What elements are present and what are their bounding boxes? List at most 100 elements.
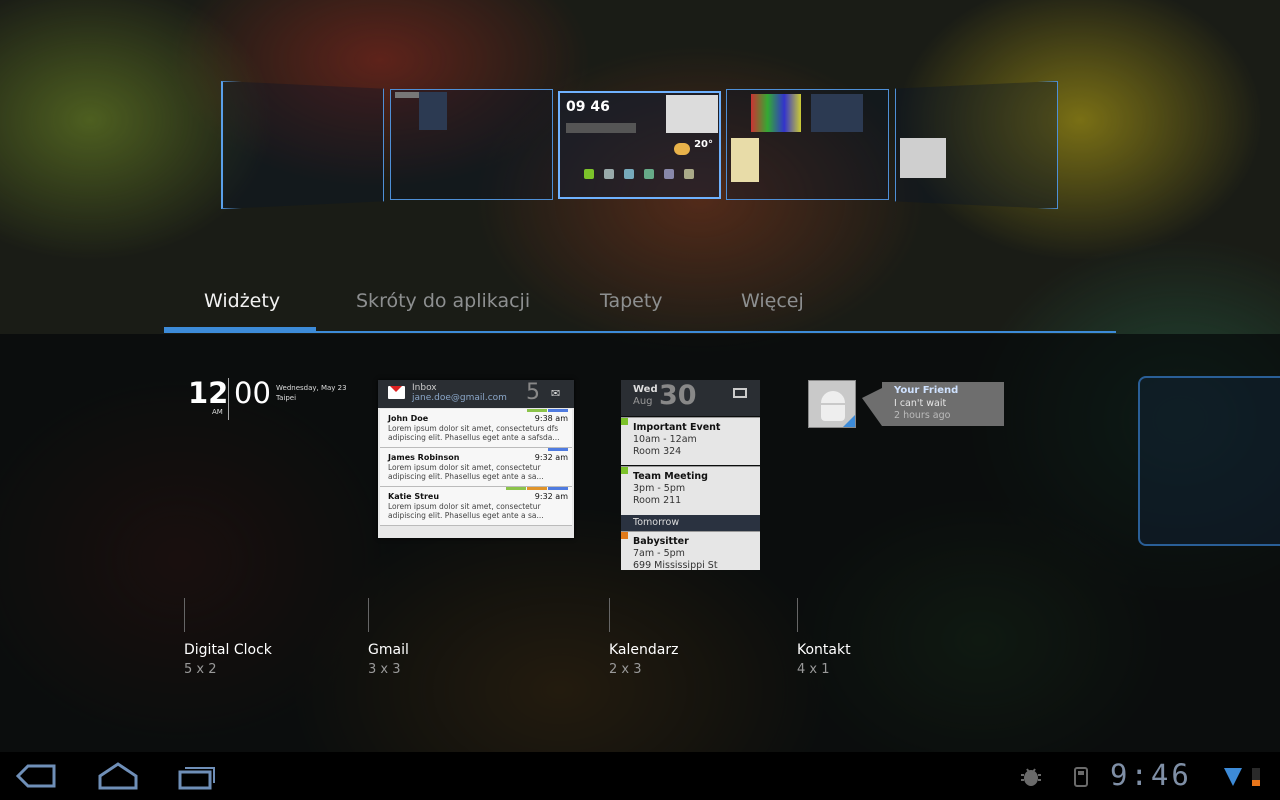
mini-temperature: 20° [694, 139, 713, 150]
event-time: 10am - 12am [633, 434, 697, 445]
email-labels [527, 409, 568, 412]
mini-widget [900, 138, 946, 178]
email-labels [548, 448, 568, 451]
back-icon[interactable] [14, 760, 62, 792]
gmail-header: Inbox jane.doe@gmail.com 5 ✉ [378, 380, 574, 408]
event-place: Room 211 [633, 495, 682, 506]
clock-ampm: AM [212, 408, 223, 416]
wifi-signal-icon[interactable] [1222, 766, 1244, 788]
label-chip [506, 487, 526, 490]
usb-icon[interactable] [1070, 766, 1092, 788]
workspace-preview-1[interactable] [221, 81, 384, 209]
customize-tabs: Widżety Skróty do aplikacji Tapety Więce… [164, 282, 1116, 334]
mini-clock: 09 46 [566, 99, 610, 115]
clock-date: Wednesday, May 23 [276, 384, 347, 392]
compose-icon: ✉ [551, 387, 561, 400]
gmail-icon [388, 386, 405, 399]
label-chip [527, 409, 547, 412]
workspace-preview-5[interactable] [895, 81, 1058, 209]
calendar-day: 30 [659, 380, 697, 411]
widget-size: 2 x 3 [609, 662, 642, 677]
calendar-weekday: Wed [633, 384, 658, 395]
app-icon [604, 169, 614, 179]
event-time: 3pm - 5pm [633, 483, 686, 494]
widget-size: 5 x 2 [184, 662, 217, 677]
widget-label-tick [368, 598, 369, 632]
tab-wallpapers[interactable]: Tapety [600, 282, 663, 330]
mini-widget [419, 92, 447, 130]
email-row: Katie Streu 9:32 am Lorem ipsum dolor si… [380, 487, 572, 526]
widget-size: 3 x 3 [368, 662, 401, 677]
contact-time-ago: 2 hours ago [894, 410, 951, 421]
label-chip [548, 409, 568, 412]
email-sender: Katie Streu [388, 492, 440, 501]
clock-hour: 12 [188, 376, 229, 410]
gmail-widget[interactable]: Inbox jane.doe@gmail.com 5 ✉ John Doe 9:… [378, 380, 574, 538]
clock-city: Taipei [276, 394, 297, 402]
email-sender: James Robinson [388, 453, 460, 462]
recent-apps-icon[interactable] [174, 760, 222, 792]
avatar-corner [843, 415, 855, 427]
mini-app-icons [584, 169, 694, 179]
email-sender: John Doe [388, 414, 429, 423]
mini-widget [811, 94, 863, 132]
widget-name: Digital Clock [184, 642, 272, 658]
label-chip [548, 448, 568, 451]
calendar-widget[interactable]: Wed Aug 30 Important Event 10am - 12am R… [621, 380, 760, 570]
contact-widget[interactable]: Your Friend I can't wait 2 hours ago [808, 380, 1004, 428]
gmail-unread-count: 5 [526, 380, 540, 405]
home-icon[interactable] [94, 760, 142, 792]
email-time: 9:32 am [534, 492, 568, 501]
android-debug-icon[interactable] [1020, 766, 1042, 788]
partial-widget-preview[interactable] [1138, 376, 1280, 546]
digital-clock-widget[interactable]: 12 AM 00 Wednesday, May 23 Taipei [188, 376, 348, 422]
app-icon [584, 169, 594, 179]
app-icon [684, 169, 694, 179]
mini-widget [395, 92, 419, 98]
widget-name: Kontakt [797, 642, 851, 658]
tab-app-shortcuts[interactable]: Skróty do aplikacji [356, 282, 530, 330]
contact-bubble: Your Friend I can't wait 2 hours ago [882, 382, 1004, 426]
event-color-marker [621, 467, 628, 474]
label-chip [527, 487, 547, 490]
event-color-marker [621, 532, 628, 539]
contact-name: Your Friend [894, 385, 959, 396]
email-row: James Robinson 9:32 am Lorem ipsum dolor… [380, 448, 572, 487]
calendar-tomorrow-header: Tomorrow [621, 515, 760, 531]
gmail-folder: Inbox [412, 383, 437, 393]
clock-divider [228, 378, 229, 420]
event-place: Room 324 [633, 446, 682, 457]
android-avatar-icon [808, 380, 856, 428]
workspace-preview-4[interactable] [726, 89, 889, 200]
email-snippet: Lorem ipsum dolor sit amet, consectetur … [388, 463, 544, 481]
clock-minute: 00 [234, 376, 271, 410]
workspace-previews: 09 46 20° [0, 0, 1280, 260]
workspace-preview-3[interactable]: 09 46 20° [558, 91, 721, 199]
mini-browser-widget [666, 95, 718, 133]
widget-label-tick [797, 598, 798, 632]
workspace-preview-2[interactable] [390, 89, 553, 200]
avatar-body [821, 405, 845, 421]
email-labels [506, 487, 568, 490]
gmail-account: jane.doe@gmail.com [412, 393, 507, 403]
tab-more[interactable]: Więcej [741, 282, 804, 330]
email-snippet: Lorem ipsum dolor sit amet, consectetur … [388, 502, 544, 520]
battery-icon[interactable] [1250, 766, 1262, 788]
tab-widgets[interactable]: Widżety [204, 282, 280, 330]
system-clock[interactable]: 9:46 [1110, 758, 1192, 792]
calendar-event: Important Event 10am - 12am Room 324 [621, 417, 760, 465]
email-time: 9:32 am [534, 453, 568, 462]
app-icon [664, 169, 674, 179]
app-icon [644, 169, 654, 179]
event-title: Team Meeting [633, 471, 708, 482]
calendar-event: Team Meeting 3pm - 5pm Room 211 [621, 466, 760, 515]
label-chip [548, 487, 568, 490]
event-time: 7am - 5pm [633, 548, 685, 559]
mini-notes-widget [731, 138, 759, 182]
email-row: John Doe 9:38 am Lorem ipsum dolor sit a… [380, 409, 572, 448]
contact-message: I can't wait [894, 398, 947, 409]
weather-icon [674, 143, 690, 155]
app-icon [624, 169, 634, 179]
event-color-marker [621, 418, 628, 425]
email-snippet: Lorem ipsum dolor sit amet, consecteturs… [388, 424, 560, 442]
